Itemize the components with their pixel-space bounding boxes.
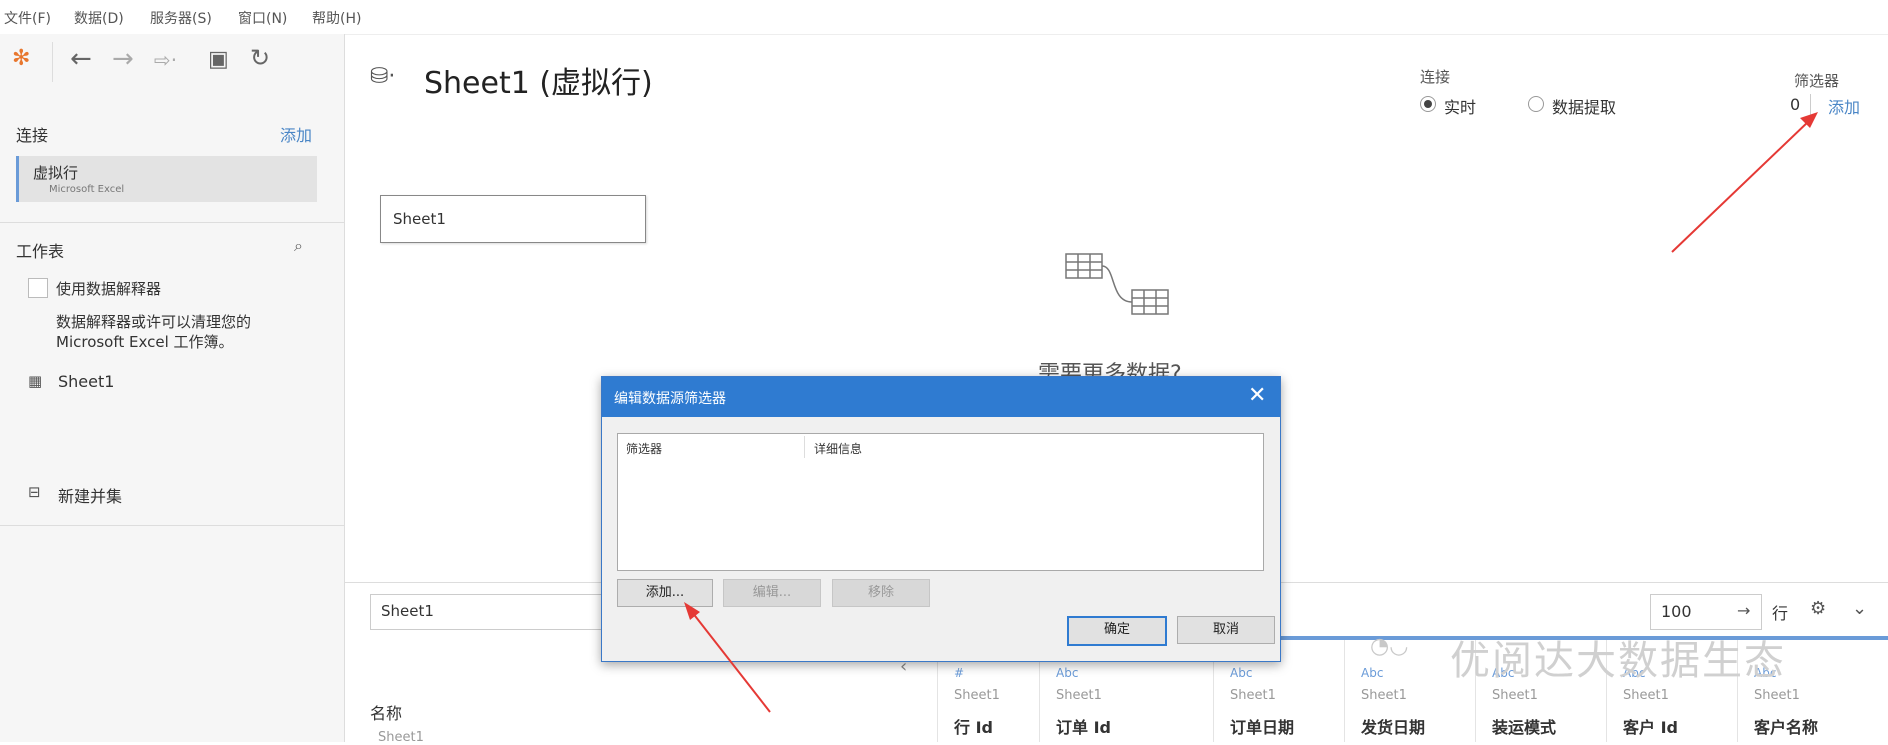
arrow-to-filter-add: [1671, 112, 1818, 253]
annotation-arrows: [684, 112, 1818, 713]
arrow-to-add-button: [684, 602, 771, 713]
